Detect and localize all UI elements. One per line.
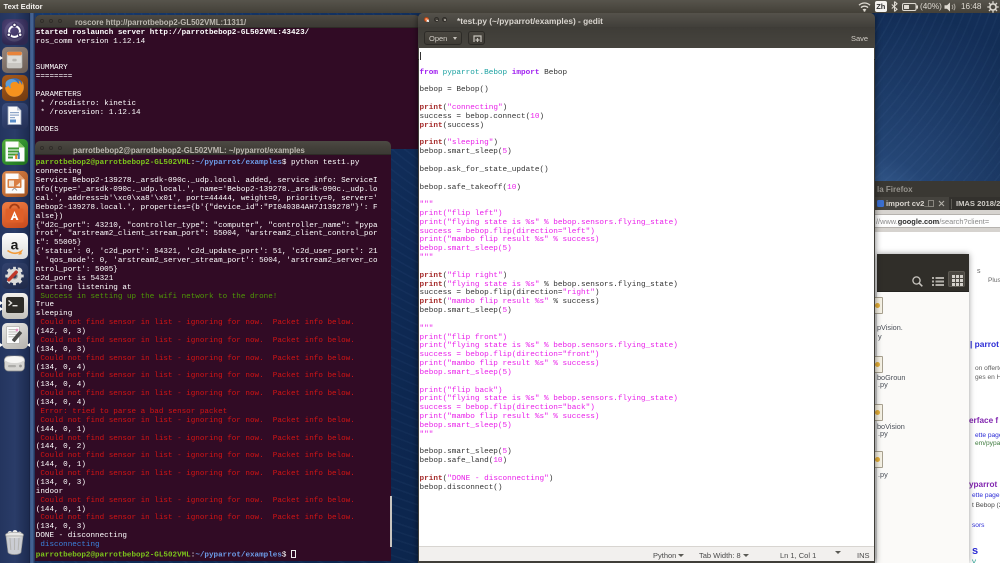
svg-text:a: a xyxy=(11,237,19,253)
